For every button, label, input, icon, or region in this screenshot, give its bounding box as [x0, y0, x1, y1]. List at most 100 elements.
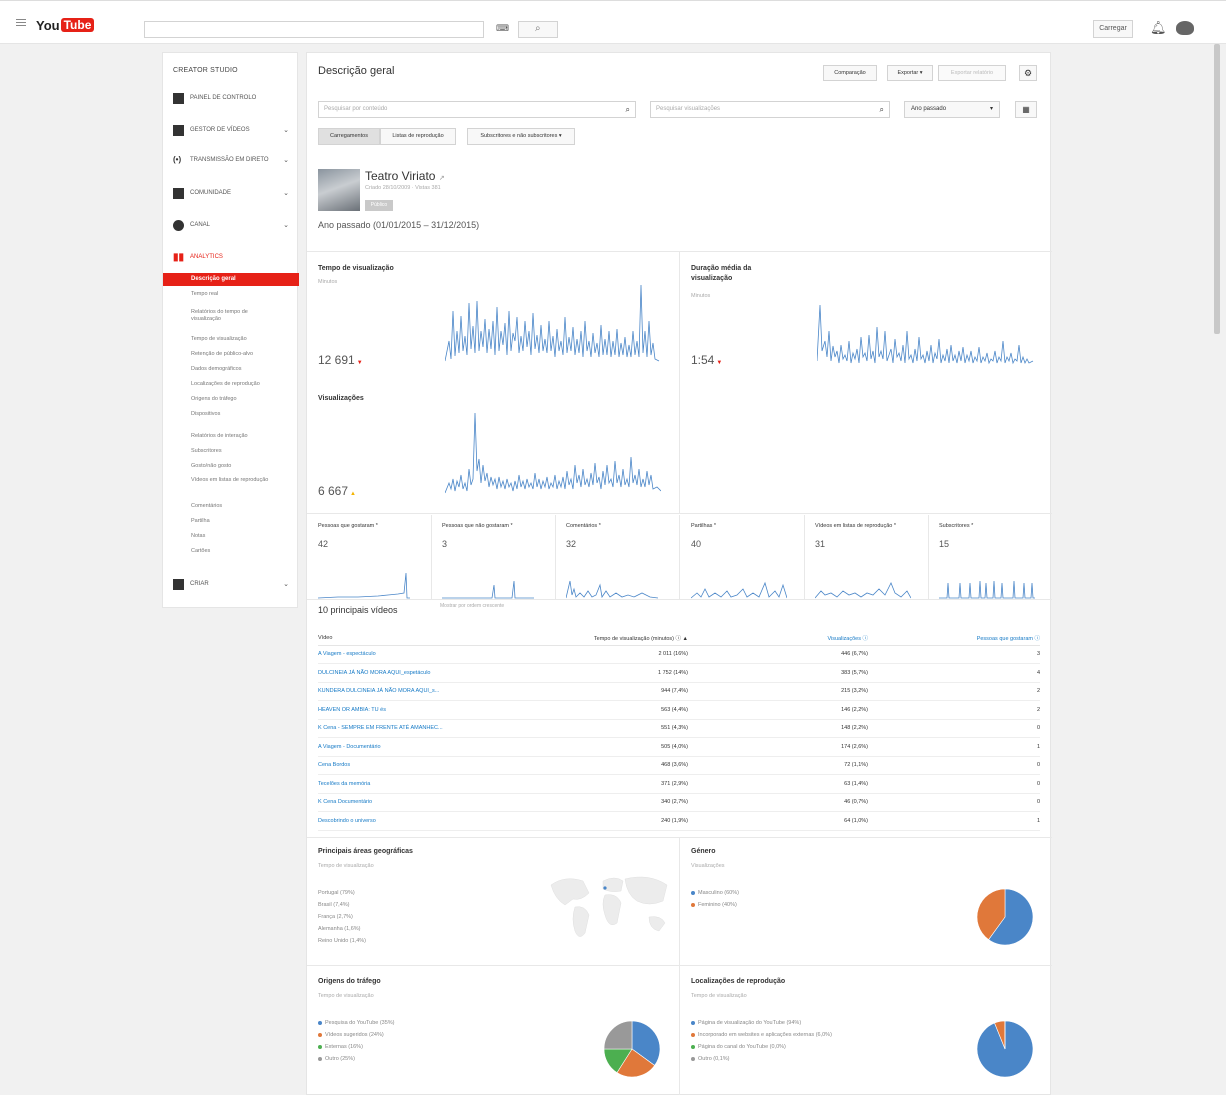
views-cell: 215 (3,2%) [688, 682, 868, 701]
sidebar-item-channel[interactable]: CANAL ⌄ [173, 218, 295, 232]
date-range: Ano passado (01/01/2015 – 31/12/2015) [318, 220, 480, 230]
external-link-icon[interactable]: ↗ [439, 175, 445, 182]
video-link[interactable]: Cena Bordos [318, 756, 568, 775]
sidebar-item-analytics[interactable]: ▮▮ ANALYTICS [173, 250, 295, 264]
period-select-value: Ano passado [911, 106, 947, 112]
sidebar-sub-item[interactable]: Subscritores [191, 448, 271, 455]
watch-time-cell: 371 (2,9%) [568, 774, 688, 794]
compare-button[interactable]: Comparação [823, 65, 877, 81]
search-views-input[interactable]: Pesquisar visualizações ⌕ [650, 101, 890, 118]
likes-cell: 0 [868, 756, 1040, 775]
comments-title: Comentários * [566, 523, 601, 529]
search-icon: ⌕ [625, 105, 630, 114]
search-input[interactable] [144, 21, 484, 38]
sidebar-item-dashboard[interactable]: PAINEL DE CONTROLO [173, 91, 295, 105]
scrollbar[interactable] [1214, 44, 1220, 334]
sidebar-sub-item[interactable]: Notas [191, 533, 271, 540]
video-link[interactable]: Tecelões da memória [318, 774, 568, 794]
col-watch-time[interactable]: Tempo de visualização (minutos) ⓘ ▲ [568, 631, 688, 646]
views-cell: 446 (6,7%) [688, 645, 868, 664]
views-cell: 383 (5,7%) [688, 663, 868, 683]
gender-legend: Masculino (60%) Feminino (40%) [691, 887, 739, 911]
video-link[interactable]: A Viagem - Documentário [318, 737, 568, 757]
sidebar-sub-item[interactable]: Dispositivos [191, 411, 271, 418]
sidebar-sub-item[interactable]: Localizações de reprodução [191, 381, 271, 388]
video-manager-icon [173, 124, 184, 136]
sidebar-sub-item[interactable]: Dados demográficos [191, 366, 271, 373]
sidebar-sub-item[interactable]: Tempo de visualização [191, 336, 271, 343]
tab-uploads[interactable]: Carregamentos [318, 128, 380, 145]
search-button[interactable]: ⌕ [518, 21, 558, 38]
period-select[interactable]: Ano passado ▾ [904, 101, 1000, 118]
sidebar-sub-item[interactable]: Relatórios de interação [191, 433, 271, 440]
sidebar-item-community[interactable]: COMUNIDADE ⌄ [173, 186, 295, 200]
playback-pie-chart [976, 1020, 1034, 1078]
sidebar-sub-item[interactable]: Gosto/não gosto [191, 463, 271, 470]
trend-up-icon: ▲ [350, 491, 356, 497]
keyboard-icon[interactable]: ⌨ [496, 24, 512, 33]
export-report-button[interactable]: Exportar relatório [938, 65, 1006, 81]
sidebar-item-create[interactable]: CRIAR ⌄ [173, 577, 295, 591]
list-item: Portugal (79%) [318, 890, 355, 896]
views-title: Visualizações [318, 395, 364, 402]
sidebar-sub-item[interactable]: Comentários [191, 503, 271, 510]
col-likes[interactable]: Pessoas que gostaram ⓘ [868, 631, 1040, 646]
sidebar-sub-item[interactable]: Cartões [191, 548, 271, 555]
video-link[interactable]: DULCINEIA JÁ NÃO MORA AQUI_espetáculo [318, 663, 568, 683]
likes-title: Pessoas que gostaram * [318, 523, 378, 529]
youtube-logo[interactable]: You Tube [36, 18, 95, 33]
table-row: A Viagem - espectáculo 2 011 (16%) 446 (6,… [318, 645, 1040, 664]
search-content-input[interactable]: Pesquisar por conteúdo ⌕ [318, 101, 636, 118]
export-button[interactable]: Exportar ▾ [887, 65, 933, 81]
chevron-down-icon: ⌄ [283, 127, 289, 134]
sidebar-item-label: COMUNIDADE [190, 190, 232, 196]
watch-time-value: 12 691 ▼ [318, 353, 363, 367]
upload-button[interactable]: Carregar [1093, 20, 1133, 38]
sidebar-sub-item[interactable]: Partilha [191, 518, 271, 525]
playback-title: Localizações de reprodução [691, 978, 786, 985]
gear-icon[interactable]: ⚙ [1019, 65, 1037, 81]
subscribers-card: Subscritores * 15 [939, 519, 1039, 603]
views-cell: 146 (2,2%) [688, 700, 868, 720]
video-link[interactable]: KUNDERA DULCINEIA JÁ NÃO MORA AQUI_s... [318, 682, 568, 701]
legend-item: Outro (25%) [318, 1053, 395, 1065]
traffic-legend: Pesquisa do YouTube (35%) Vídeos sugerid… [318, 1017, 395, 1065]
sidebar-sub-item[interactable]: Vídeos em listas de reprodução [191, 477, 271, 484]
geo-list: Portugal (79%) Brasil (7,4%) França (2,7… [318, 887, 366, 947]
col-views[interactable]: Visualizações ⓘ [688, 631, 868, 646]
legend-item: Feminino (40%) [691, 899, 739, 911]
video-link[interactable]: K Cena Documentário [318, 793, 568, 812]
video-link[interactable]: A Viagem - espectáculo [318, 645, 568, 664]
gender-sub: Visualizações [691, 863, 725, 869]
menu-icon[interactable] [16, 19, 26, 26]
video-link[interactable]: HEAVEN OR AMBIA: TU és [318, 700, 568, 720]
tab-playlists[interactable]: Listas de reprodução [380, 128, 456, 145]
table-row: A Viagem - Documentário 505 (4,0%) 174 (2,… [318, 737, 1040, 757]
sidebar-item-label: ANALYTICS [190, 254, 223, 260]
calendar-icon[interactable]: ▦ [1015, 101, 1037, 118]
video-thumbnail[interactable] [318, 169, 360, 211]
trend-down-icon: ▼ [356, 360, 363, 366]
video-link[interactable]: Descobrindo o universo [318, 811, 568, 831]
top10-sort-link[interactable]: Mostrar por ordem crescente [440, 603, 510, 610]
top10-table: Vídeo Tempo de visualização (minutos) ⓘ … [318, 631, 1040, 831]
channel-icon [173, 219, 184, 231]
sidebar-sub-item[interactable]: Retenção de público-alvo [191, 351, 271, 358]
sidebar-sub-item[interactable]: Relatórios do tempo de visualização [191, 309, 271, 323]
sidebar-item-label: CANAL [190, 222, 211, 228]
video-title[interactable]: Teatro Viriato ↗ [365, 169, 445, 183]
avg-duration-unit: Minutos [691, 293, 711, 299]
watch-time-title: Tempo de visualização [318, 265, 394, 272]
divider [804, 515, 805, 599]
sidebar-item-live[interactable]: (•) TRANSMISSÃO EM DIRETO ⌄ [173, 153, 295, 167]
bell-icon[interactable]: 🔔︎ [1150, 20, 1167, 36]
col-video[interactable]: Vídeo [318, 631, 568, 646]
video-link[interactable]: K Cena - SEMPRE EM FRENTE ATÉ AMANHEC... [318, 719, 568, 738]
tab-subscribers[interactable]: Subscritores e não subscritores ▾ [467, 128, 575, 145]
sidebar-sub-overview[interactable]: Descrição geral [163, 273, 299, 286]
sidebar-item-video-manager[interactable]: GESTOR DE VÍDEOS ⌄ [173, 123, 295, 137]
sidebar-sub-item[interactable]: Origens do tráfego [191, 396, 271, 403]
sidebar-item-label: GESTOR DE VÍDEOS [190, 127, 250, 133]
sidebar-sub-item[interactable]: Tempo real [191, 291, 271, 298]
avatar[interactable] [1176, 21, 1194, 35]
